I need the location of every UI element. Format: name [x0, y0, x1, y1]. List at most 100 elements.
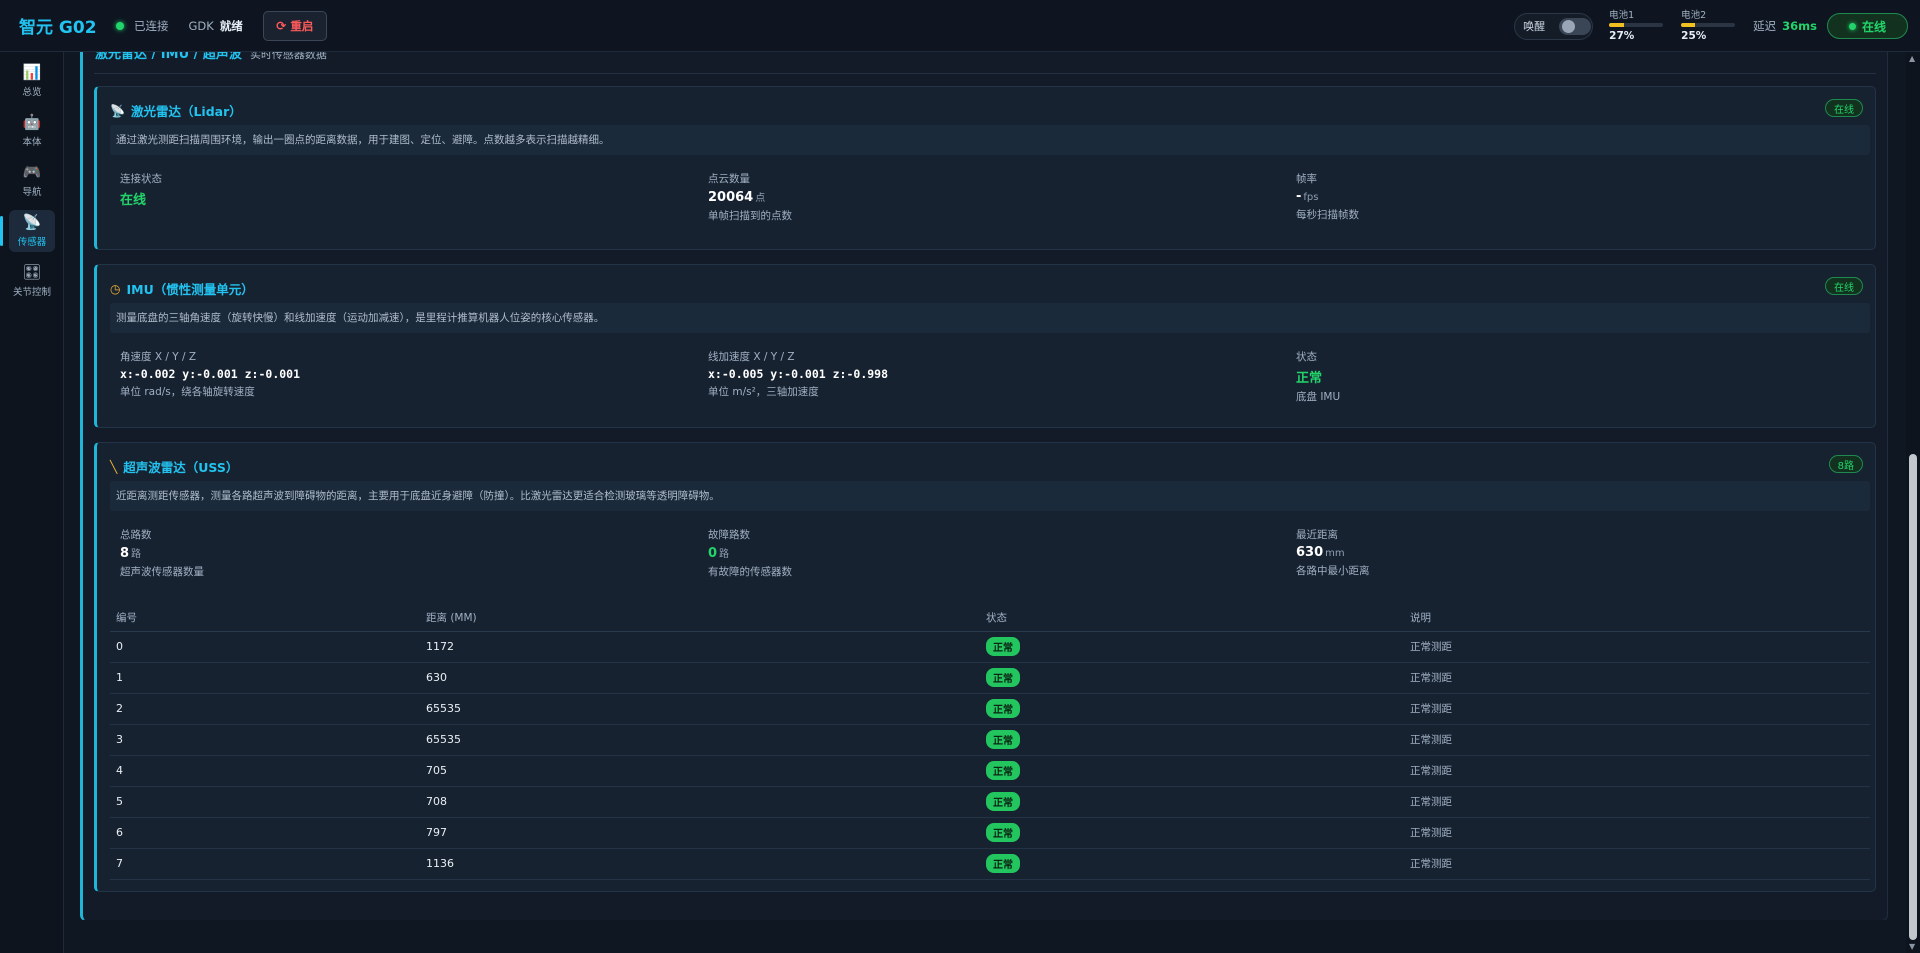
- metric-value: -: [1296, 189, 1302, 204]
- gdk-status: GDK 就绪: [189, 18, 243, 34]
- cell-status: 正常: [980, 631, 1404, 663]
- metric-unit: mm: [1325, 548, 1345, 559]
- online-status-badge: 在线: [1827, 13, 1908, 39]
- cell-id: 0: [110, 631, 420, 663]
- metric-label: 帧率: [1296, 173, 1317, 185]
- latency: 延迟 36ms: [1753, 18, 1817, 34]
- lidar-metric-connection: 连接状态 在线: [120, 171, 162, 208]
- cell-distance: 705: [420, 755, 980, 787]
- sidebar-item-label: 本体: [22, 137, 42, 148]
- metric-hint: 底盘 IMU: [1296, 391, 1341, 403]
- battery-2-bar: [1681, 22, 1736, 27]
- restart-button[interactable]: ⟳ 重启: [262, 10, 327, 41]
- imu-status-badge: 在线: [1825, 277, 1863, 295]
- connection-dot-icon: [116, 21, 124, 30]
- top-right-status: 唤醒 电池1 27% 电池2 25% 延迟 36ms 在线: [1514, 0, 1920, 52]
- battery-1-fill: [1609, 22, 1624, 27]
- metric-value: 在线: [120, 193, 147, 208]
- metric-hint: 超声波传感器数量: [120, 566, 204, 578]
- online-label: 在线: [1861, 19, 1886, 34]
- status-badge: 正常: [986, 730, 1020, 749]
- imu-metric-angular-velocity: 角速度 X / Y / Z x:-0.002 y:-0.001 z:-0.001…: [120, 349, 300, 399]
- uss-table: 编号 距离 (MM) 状态 说明 0 1172 正常 正常测距 1 630 正常: [110, 604, 1870, 880]
- metric-label: 角速度 X / Y / Z: [120, 351, 197, 363]
- metric-label: 点云数量: [708, 173, 750, 185]
- metric-hint: 单位 rad/s，绕各轴旋转速度: [120, 386, 255, 398]
- table-row: 2 65535 正常 正常测距: [110, 693, 1870, 725]
- section-title: 激光雷达 / IMU / 超声波: [95, 52, 242, 62]
- status-badge: 正常: [986, 637, 1020, 656]
- battery-2-percent: 25%: [1681, 29, 1707, 42]
- metric-value: 630: [1296, 545, 1324, 560]
- gdk-label: GDK: [188, 18, 214, 33]
- uss-card: ╲ 超声波雷达（USS） 8路 近距离测距传感器，测量各路超声波到障碍物的距离，…: [94, 442, 1876, 892]
- connection-status: 已连接: [116, 18, 169, 34]
- cell-distance: 65535: [420, 693, 980, 725]
- uss-metric-total: 总路数 8路 超声波传感器数量: [120, 527, 204, 579]
- metric-label: 连接状态: [120, 173, 162, 185]
- status-badge: 正常: [986, 823, 1020, 842]
- cell-note: 正常测距: [1404, 693, 1870, 725]
- cell-id: 2: [110, 693, 420, 725]
- metric-hint: 单位 m/s²，三轴加速度: [708, 386, 819, 398]
- section-header: 激光雷达 / IMU / 超声波 实时传感器数据: [95, 52, 327, 62]
- sidebar-item-label: 传感器: [17, 237, 47, 248]
- metric-value-row: 20064 点: [708, 189, 792, 205]
- cell-status: 正常: [980, 755, 1404, 787]
- scrollbar-thumb[interactable]: [1909, 454, 1917, 940]
- cell-distance: 708: [420, 786, 980, 818]
- status-badge: 正常: [986, 761, 1020, 780]
- metric-value-row: 630 mm: [1296, 545, 1370, 560]
- cell-note: 正常测距: [1404, 631, 1870, 663]
- metric-value: x:-0.002 y:-0.001 z:-0.001: [120, 367, 301, 381]
- lidar-status-badge: 在线: [1825, 99, 1863, 117]
- cell-status: 正常: [980, 724, 1404, 756]
- metric-value: 正常: [1296, 371, 1323, 386]
- battery-2-label: 电池2: [1681, 9, 1707, 21]
- status-badge: 正常: [986, 699, 1020, 718]
- battery-1-bar: [1609, 22, 1664, 27]
- metric-hint: 每秒扫描帧数: [1296, 209, 1359, 221]
- latency-value: 36ms: [1782, 19, 1817, 33]
- battery-1: 电池1 27%: [1609, 10, 1681, 42]
- metric-label: 最近距离: [1296, 529, 1338, 541]
- scroll-down-arrow-icon[interactable]: ▼: [1909, 942, 1915, 951]
- cell-distance: 1136: [420, 848, 980, 880]
- battery-2: 电池2 25%: [1681, 9, 1753, 42]
- table-row: 6 797 正常 正常测距: [110, 817, 1870, 849]
- scroll-up-arrow-icon[interactable]: ▲: [1909, 54, 1915, 63]
- sidebar-item-overview[interactable]: 📊 总览: [9, 60, 55, 102]
- metric-label: 线加速度 X / Y / Z: [708, 351, 795, 363]
- sidebar-item-navigation[interactable]: 🎮 导航: [9, 160, 55, 202]
- table-row: 7 1136 正常 正常测距: [110, 848, 1870, 880]
- sidebar-item-joint-control[interactable]: 🎛 关节控制: [9, 260, 55, 302]
- metric-value: x:-0.005 y:-0.001 z:-0.998: [708, 367, 889, 381]
- metric-unit: fps: [1303, 192, 1319, 203]
- battery-1-percent: 27%: [1609, 29, 1635, 42]
- metric-value: 20064: [708, 190, 754, 205]
- wake-switch[interactable]: [1559, 17, 1592, 35]
- metric-unit: 路: [131, 549, 142, 560]
- sidebar: 📊 总览 🤖 本体 🎮 导航 📡 传感器 🎛 关节控制: [0, 52, 64, 953]
- metric-label: 状态: [1296, 351, 1317, 363]
- cell-distance: 1172: [420, 631, 980, 663]
- main-content[interactable]: 激光雷达 / IMU / 超声波 实时传感器数据 📡 激光雷达（Lidar） 在…: [80, 52, 1888, 920]
- refresh-icon: ⟳: [276, 18, 287, 33]
- sidebar-item-body[interactable]: 🤖 本体: [9, 110, 55, 152]
- uss-metrics: 总路数 8路 超声波传感器数量 故障路数 0路 有故障的传感器数 最近距离 63…: [97, 527, 1875, 578]
- cell-distance: 797: [420, 817, 980, 849]
- sidebar-item-sensors[interactable]: 📡 传感器: [0, 210, 55, 252]
- gamepad-icon: 🎮: [22, 163, 42, 181]
- cell-status: 正常: [980, 662, 1404, 694]
- metric-hint: 单帧扫描到的点数: [708, 210, 792, 222]
- column-header-status: 状态: [980, 604, 1404, 632]
- cell-id: 7: [110, 848, 420, 880]
- wake-toggle[interactable]: 唤醒: [1514, 12, 1594, 40]
- column-header-distance: 距离 (MM): [420, 604, 980, 632]
- robot-icon: 🤖: [22, 113, 42, 131]
- cell-status: 正常: [980, 693, 1404, 725]
- vertical-scrollbar[interactable]: ▲ ▼: [1906, 52, 1920, 953]
- section-divider: [94, 73, 1876, 74]
- table-row: 3 65535 正常 正常测距: [110, 724, 1870, 756]
- online-dot-icon: [1848, 22, 1856, 30]
